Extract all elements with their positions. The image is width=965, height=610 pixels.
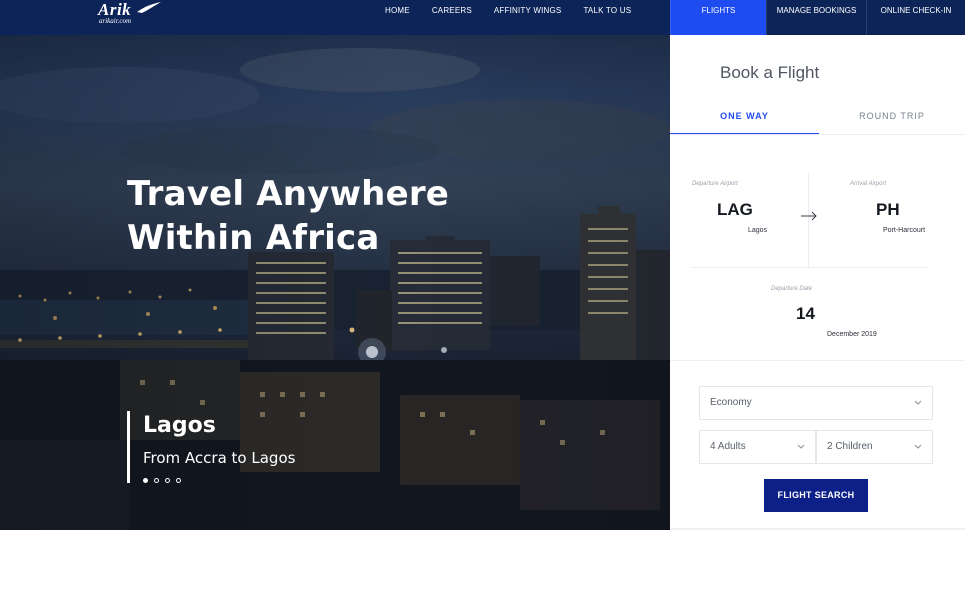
caption-accent-bar — [127, 411, 130, 483]
flight-search-button[interactable]: FLIGHT SEARCH — [764, 479, 868, 512]
top-navigation: Arik arikair.com HOME CAREERS AFFINITY W… — [0, 0, 965, 35]
departure-city: Lagos — [748, 227, 768, 234]
departure-date-caption: Departure Date — [771, 286, 813, 292]
arrival-code[interactable]: PH — [876, 200, 900, 220]
slide-city: Lagos — [143, 413, 216, 438]
slide-route: From Accra to Lagos — [143, 449, 296, 467]
children-select[interactable]: 2 Children — [816, 430, 933, 464]
departure-code[interactable]: LAG — [717, 200, 753, 220]
panel-title: Book a Flight — [720, 63, 820, 82]
airport-column-divider — [808, 173, 809, 269]
slide-dot-1[interactable] — [143, 478, 148, 483]
arik-logo[interactable]: Arik arikair.com — [98, 0, 168, 30]
children-value: 2 Children — [827, 441, 873, 452]
hero-overlay — [0, 0, 670, 530]
airport-row-divider — [692, 267, 928, 268]
slide-dot-4[interactable] — [176, 478, 181, 483]
booking-tabs: FLIGHTS MANAGE BOOKINGS ONLINE CHECK-IN — [670, 0, 965, 35]
slide-indicators — [143, 478, 187, 483]
trip-type-round-trip[interactable]: ROUND TRIP — [819, 111, 965, 135]
panel-bottom-border — [670, 528, 965, 530]
arrival-caption: Arrival Airport — [850, 181, 887, 187]
section-divider — [670, 360, 965, 361]
adults-select[interactable]: 4 Adults — [699, 430, 816, 464]
nav-affinity-wings[interactable]: AFFINITY WINGS — [494, 0, 562, 22]
logo-domain: arikair.com — [99, 17, 132, 25]
nav-talk-to-us[interactable]: TALK TO US — [583, 0, 631, 22]
departure-month-year: December 2019 — [827, 331, 877, 338]
cabin-class-select[interactable]: Economy — [699, 386, 933, 420]
arik-wing-logo-icon — [137, 2, 161, 13]
nav-home[interactable]: HOME — [385, 0, 410, 22]
chevron-down-icon — [914, 444, 922, 449]
tab-manage-bookings[interactable]: MANAGE BOOKINGS — [766, 0, 866, 35]
tab-online-check-in[interactable]: ONLINE CHECK-IN — [866, 0, 965, 35]
chevron-down-icon — [914, 400, 922, 405]
main-nav: HOME CAREERS AFFINITY WINGS TALK TO US — [385, 0, 653, 22]
flight-details: Departure Airport LAG Lagos Arrival Airp… — [670, 135, 965, 363]
trip-type-one-way[interactable]: ONE WAY — [670, 111, 819, 135]
arrival-city: Port-Harcourt — [883, 227, 926, 234]
adults-value: 4 Adults — [710, 441, 746, 452]
arrow-right-icon — [801, 211, 817, 221]
slide-dot-2[interactable] — [154, 478, 159, 483]
slide-dot-3[interactable] — [165, 478, 170, 483]
departure-day[interactable]: 14 — [796, 304, 815, 324]
hero-banner: Travel Anywhere Within Africa Lagos From… — [0, 0, 670, 530]
booking-panel: Book a Flight ONE WAY ROUND TRIP Departu… — [670, 35, 965, 530]
cabin-class-value: Economy — [710, 397, 752, 408]
tab-flights[interactable]: FLIGHTS — [670, 0, 766, 35]
departure-caption: Departure Airport — [692, 181, 738, 187]
nav-careers[interactable]: CAREERS — [432, 0, 472, 22]
chevron-down-icon — [797, 444, 805, 449]
hero-title: Travel Anywhere Within Africa — [127, 174, 450, 258]
